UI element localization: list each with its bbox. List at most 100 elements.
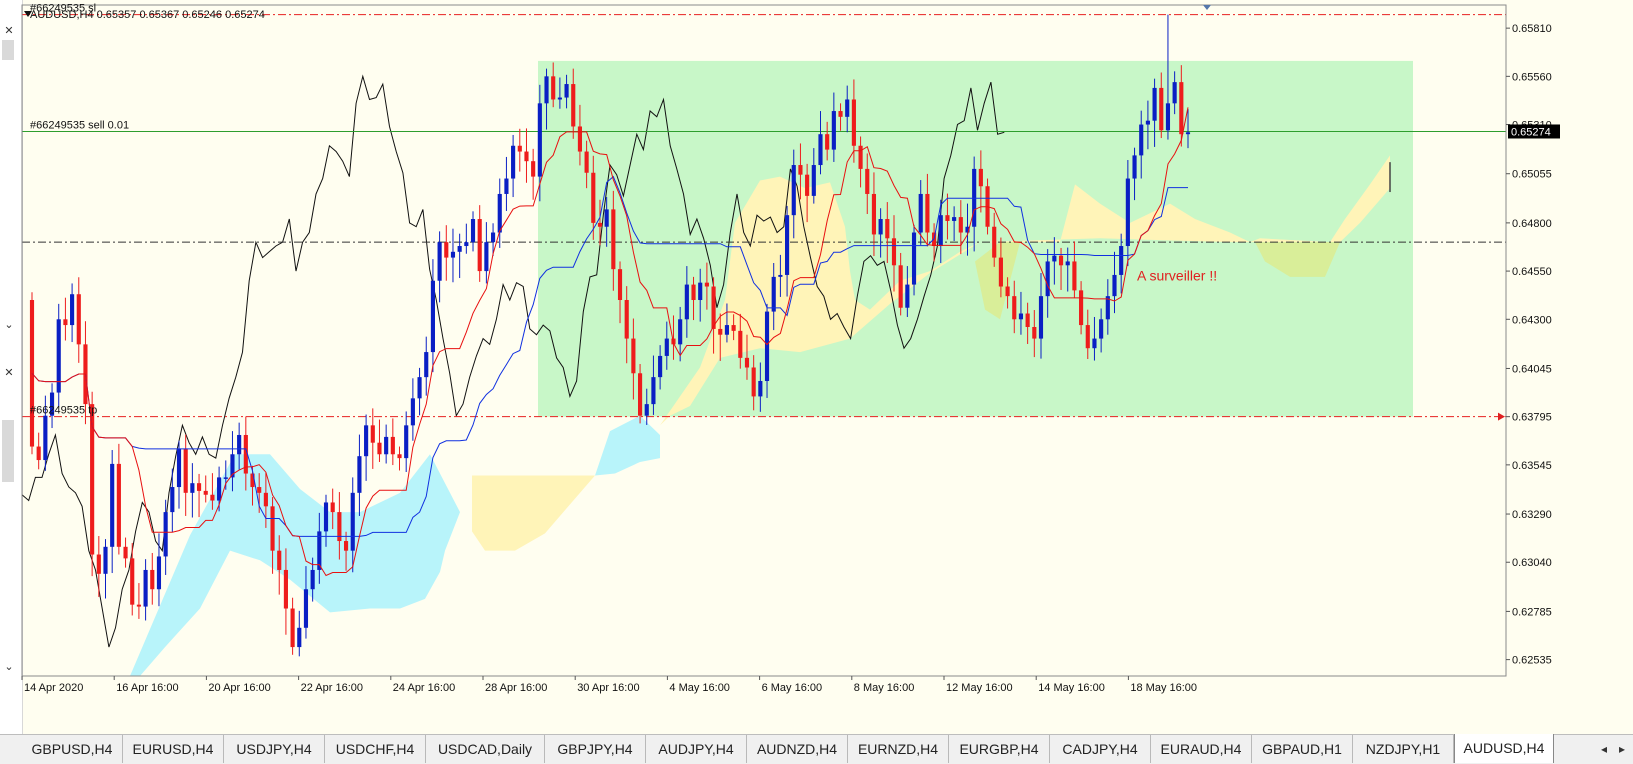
candle-body bbox=[477, 219, 482, 272]
candle-body bbox=[825, 134, 830, 150]
ichimoku-cloud-bear bbox=[595, 415, 660, 476]
candle-body bbox=[1085, 325, 1090, 349]
candle-body bbox=[323, 502, 329, 532]
tab-usdchf-h4[interactable]: USDCHF,H4 bbox=[325, 735, 426, 763]
candle-body bbox=[805, 174, 810, 196]
candle-body bbox=[758, 380, 763, 397]
tab-eurusd-h4[interactable]: EURUSD,H4 bbox=[123, 735, 224, 763]
y-tick-label: 0.64045 bbox=[1512, 363, 1552, 375]
candle-body bbox=[450, 251, 456, 258]
tab-usdjpy-h4[interactable]: USDJPY,H4 bbox=[224, 735, 325, 763]
candle-body bbox=[1119, 246, 1124, 275]
candle-body bbox=[1018, 313, 1024, 320]
candle-body bbox=[437, 242, 442, 281]
x-tick-label: 30 Apr 16:00 bbox=[577, 682, 639, 694]
candle-body bbox=[257, 487, 262, 493]
tab-euraud-h4[interactable]: EURAUD,H4 bbox=[1151, 735, 1252, 763]
candle-body bbox=[490, 232, 496, 243]
candle-body bbox=[1025, 313, 1030, 328]
candle-body bbox=[1052, 255, 1057, 262]
tab-scroll-left-icon[interactable]: ◂ bbox=[1596, 735, 1612, 763]
tab-gbpjpy-h4[interactable]: GBPJPY,H4 bbox=[545, 735, 646, 763]
y-tick-label: 0.64800 bbox=[1512, 218, 1552, 230]
candle-body bbox=[744, 357, 750, 368]
tab-gbpaud-h1[interactable]: GBPAUD,H1 bbox=[1252, 735, 1353, 763]
candle-body bbox=[998, 257, 1003, 287]
candle-body bbox=[1045, 261, 1050, 297]
tab-nzdjpy-h1[interactable]: NZDJPY,H1 bbox=[1353, 735, 1454, 763]
candle-body bbox=[357, 456, 362, 493]
tab-eurgbp-h4[interactable]: EURGBP,H4 bbox=[949, 735, 1050, 763]
candle-body bbox=[377, 442, 382, 455]
candle-body bbox=[237, 434, 242, 455]
tab-gbpusd-h4[interactable]: GBPUSD,H4 bbox=[22, 735, 123, 763]
x-tick-label: 22 Apr 16:00 bbox=[301, 682, 363, 694]
candle-body bbox=[410, 398, 415, 426]
candle-body bbox=[878, 219, 883, 235]
candle-body bbox=[571, 84, 576, 127]
candle-body bbox=[310, 569, 315, 590]
candle-body bbox=[611, 209, 616, 270]
candle-body bbox=[885, 219, 890, 239]
y-tick-label: 0.64300 bbox=[1512, 314, 1552, 326]
tab-scroll-right-icon[interactable]: ▸ bbox=[1614, 735, 1630, 763]
candle-body bbox=[1152, 87, 1157, 121]
candle-body bbox=[390, 436, 395, 455]
candle-body bbox=[404, 425, 409, 459]
tab-audjpy-h4[interactable]: AUDJPY,H4 bbox=[646, 735, 747, 763]
x-tick-label: 18 May 16:00 bbox=[1130, 682, 1197, 694]
candle-body bbox=[911, 232, 917, 285]
candle-body bbox=[785, 215, 790, 275]
candle-body bbox=[136, 604, 141, 607]
candle-body bbox=[417, 377, 422, 399]
candle-body bbox=[811, 165, 816, 196]
candle-body bbox=[1092, 338, 1097, 349]
tab-usdcad-daily[interactable]: USDCAD,Daily bbox=[426, 735, 545, 763]
x-tick-label: 14 Apr 2020 bbox=[24, 682, 83, 694]
candle-body bbox=[384, 436, 389, 455]
candle-body bbox=[845, 99, 850, 117]
candle-body bbox=[29, 300, 35, 447]
x-tick-label: 6 May 16:00 bbox=[762, 682, 823, 694]
candle-body bbox=[1172, 82, 1177, 104]
candle-body bbox=[96, 554, 101, 574]
candle-body bbox=[1079, 290, 1084, 326]
candle-body bbox=[1125, 178, 1130, 247]
candle-body bbox=[938, 215, 943, 247]
symbol-tab-bar: GBPUSD,H4 EURUSD,H4 USDJPY,H4 USDCHF,H4 USDC… bbox=[0, 734, 1633, 764]
candle-body bbox=[851, 99, 856, 146]
candle-body bbox=[731, 325, 736, 331]
tab-audusd-h4[interactable]: AUDUSD,H4 bbox=[1454, 734, 1554, 763]
candle-body bbox=[63, 319, 68, 326]
candle-body bbox=[631, 338, 636, 374]
y-tick-label: 0.65810 bbox=[1512, 23, 1552, 35]
x-tick-label: 8 May 16:00 bbox=[854, 682, 915, 694]
chart-plot[interactable]: 0.658100.655600.653100.650550.648000.645… bbox=[0, 0, 1633, 734]
y-tick-label: 0.63290 bbox=[1512, 509, 1552, 521]
chart-window[interactable]: ✕ ⌄ ✕ ⌄ 0.658100.655600.653100.650550.64… bbox=[0, 0, 1633, 734]
candle-body bbox=[297, 627, 302, 648]
candle-body bbox=[617, 269, 623, 301]
candle-body bbox=[1159, 87, 1164, 131]
candle-body bbox=[343, 541, 349, 551]
candle-body bbox=[517, 145, 522, 152]
candle-body bbox=[637, 373, 643, 416]
candle-body bbox=[1038, 296, 1044, 339]
candle-body bbox=[604, 209, 609, 227]
tab-eurnzd-h4[interactable]: EURNZD,H4 bbox=[848, 735, 949, 763]
candle-body bbox=[704, 282, 709, 287]
candle-body bbox=[952, 217, 957, 221]
candle-body bbox=[156, 556, 162, 590]
tab-cadjpy-h4[interactable]: CADJPY,H4 bbox=[1050, 735, 1151, 763]
candle-body bbox=[1065, 261, 1070, 266]
candle-body bbox=[684, 284, 689, 320]
candle-body bbox=[484, 242, 489, 272]
candle-body bbox=[584, 151, 589, 173]
x-tick-label: 12 May 16:00 bbox=[946, 682, 1013, 694]
candle-body bbox=[531, 161, 536, 177]
candle-body bbox=[551, 76, 556, 100]
candle-body bbox=[1005, 286, 1010, 297]
candle-body bbox=[557, 97, 562, 100]
tab-audnzd-h4[interactable]: AUDNZD,H4 bbox=[747, 735, 848, 763]
candle-body bbox=[597, 222, 603, 227]
